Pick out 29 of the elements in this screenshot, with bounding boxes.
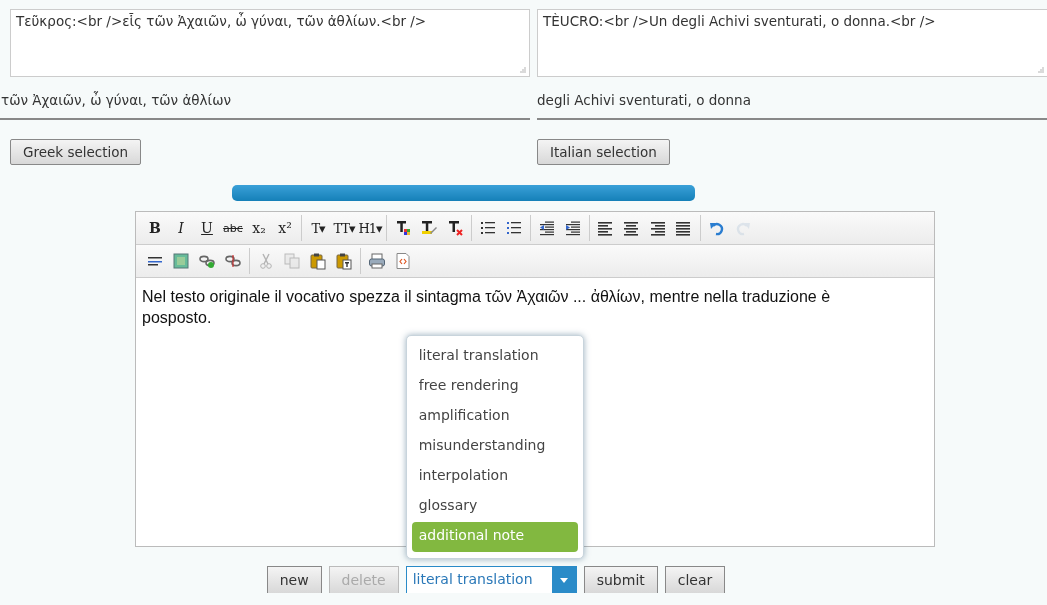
bold-icon[interactable]: B: [142, 217, 168, 239]
action-button[interactable]: new: [266, 566, 322, 593]
selection-button[interactable]: Italian selection: [537, 139, 670, 165]
resize-grip-icon[interactable]: [520, 67, 526, 73]
resize-grip-icon[interactable]: [1038, 67, 1044, 73]
action-button[interactable]: clear: [664, 566, 726, 593]
dropdown-option[interactable]: amplification: [411, 402, 578, 432]
dropdown-option[interactable]: misunderstanding: [411, 432, 578, 462]
font-icon[interactable]: T▾: [305, 217, 331, 239]
text-area[interactable]: TÈUCRO:<br />Un degli Achivi sventurati, o donna.<br />: [537, 9, 1047, 77]
font-size-icon[interactable]: TT▾: [331, 217, 357, 239]
subscript-icon[interactable]: x₂: [246, 217, 272, 239]
heading-icon[interactable]: H1▾: [357, 217, 383, 239]
selection-button[interactable]: Greek selection: [10, 139, 142, 165]
dropdown-option[interactable]: literal translation: [411, 342, 578, 372]
editor-text[interactable]: Nel testo originale il vocativo spezza il sintagma τῶν Ἀχαιῶν ... ἀθλίων, mentre nella traduzione è posposto.: [136, 278, 893, 336]
dropdown-option[interactable]: interpolation: [411, 462, 578, 492]
italic-icon[interactable]: I: [168, 217, 194, 239]
strikethrough-icon[interactable]: abc: [220, 217, 246, 239]
action-button[interactable]: submit: [583, 566, 658, 593]
selection-text: degli Achivi sventurati, o donna: [537, 77, 1047, 120]
underline-icon[interactable]: U: [194, 217, 220, 239]
selection-text: τῶν Ἀχαιῶν, ὦ γύναι, τῶν ἀθλίων: [0, 77, 530, 120]
dropdown-option[interactable]: glossary: [411, 492, 578, 522]
text-area[interactable]: Τεῦκρος:<br />εἷς τῶν Ἀχαιῶν, ὦ γύναι, τῶν ἀθλίων.<br />: [10, 9, 530, 77]
superscript-icon[interactable]: x²: [272, 217, 298, 239]
dropdown-option[interactable]: free rendering: [411, 372, 578, 402]
caret-down-icon: [559, 577, 568, 583]
type-select[interactable]: literal translation: [405, 566, 577, 593]
